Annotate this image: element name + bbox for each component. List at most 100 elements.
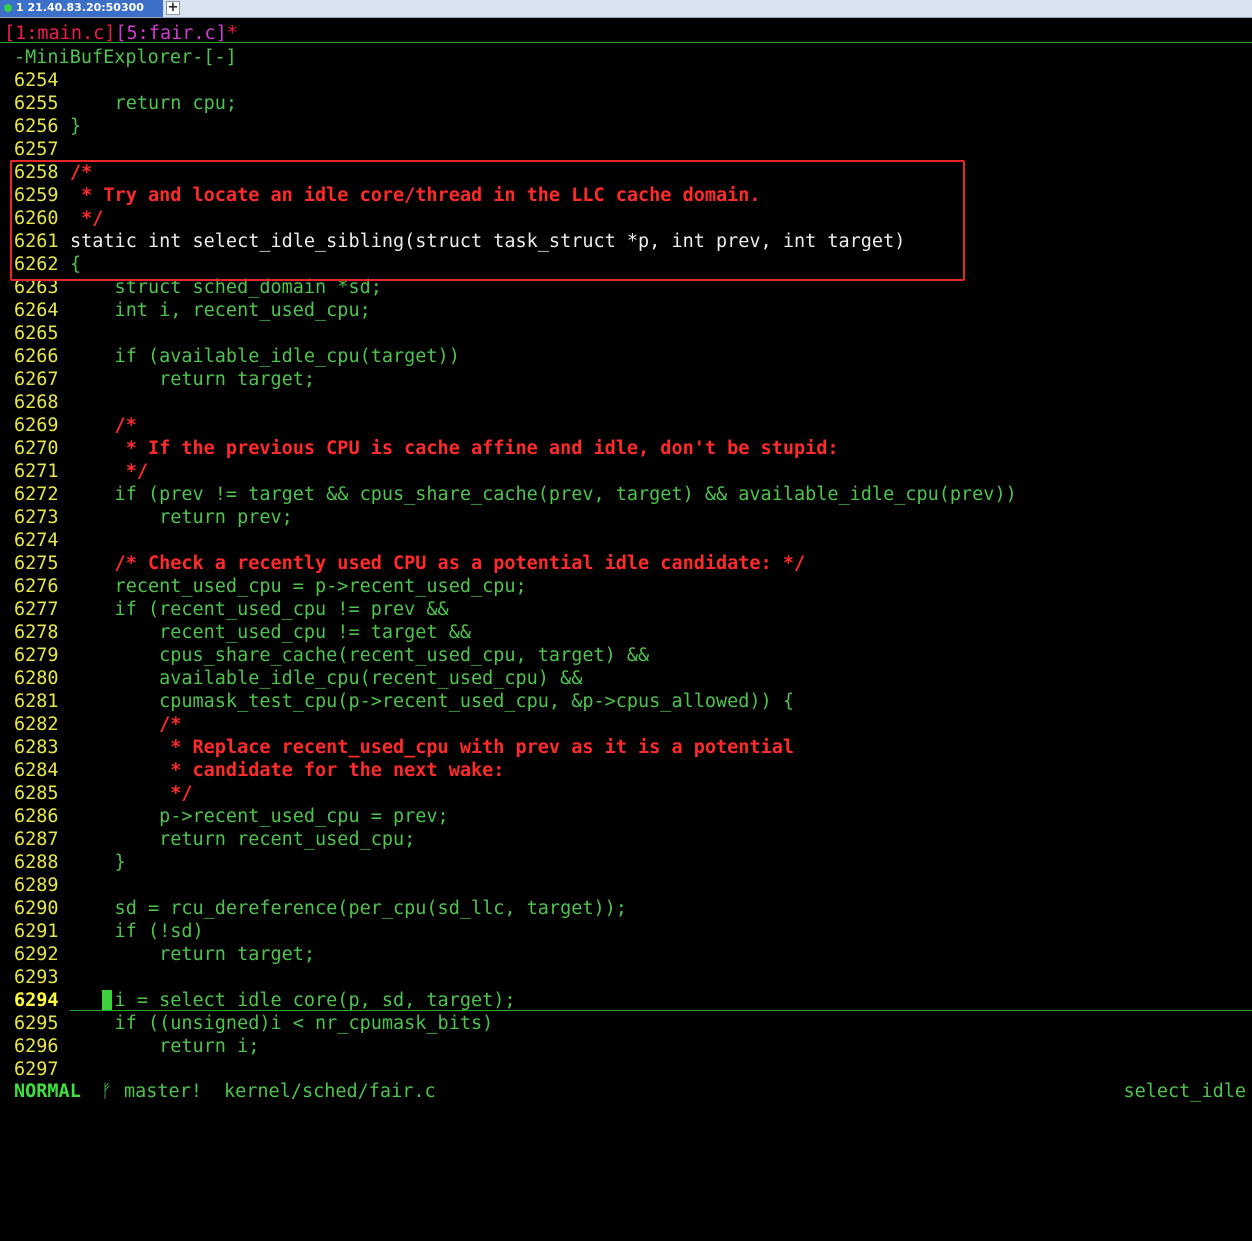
text-cursor	[102, 990, 112, 1010]
code-line[interactable]: 6279 cpus_share_cache(recent_used_cpu, t…	[0, 644, 1252, 667]
code-line[interactable]: 6268	[0, 391, 1252, 414]
code-line[interactable]: 6297	[0, 1058, 1252, 1081]
minibufexplorer-title: -MiniBufExplorer-[-]	[14, 47, 237, 68]
line-number: 6269	[14, 415, 59, 436]
code-line[interactable]: 6296 return i;	[0, 1035, 1252, 1058]
code-line[interactable]: 6267 return target;	[0, 368, 1252, 391]
file-path: kernel/sched/fair.c	[224, 1081, 436, 1102]
code-text: }	[70, 116, 82, 137]
tabline-separator	[0, 42, 1252, 43]
code-line[interactable]: 6276 recent_used_cpu = p->recent_used_cp…	[0, 575, 1252, 598]
code-line[interactable]: 6256}	[0, 115, 1252, 138]
code-line[interactable]: 6271 */	[0, 460, 1252, 483]
code-line[interactable]: 6273 return prev;	[0, 506, 1252, 529]
code-line[interactable]: 6292 return target;	[0, 943, 1252, 966]
code-text: available_idle_cpu(recent_used_cpu) &&	[70, 668, 583, 689]
code-line[interactable]: 6269 /*	[0, 414, 1252, 437]
line-number: 6276	[14, 576, 59, 597]
line-number: 6284	[14, 760, 59, 781]
line-number: 6275	[14, 553, 59, 574]
code-text: return cpu;	[70, 93, 238, 114]
vim-editor[interactable]: [1:main.c][5:fair.c]* -MiniBufExplorer-[…	[0, 18, 1252, 1109]
code-line[interactable]: 6289	[0, 874, 1252, 897]
line-number: 6265	[14, 323, 59, 344]
buffer-tab-fair[interactable]: [5:fair.c]	[115, 23, 226, 44]
git-branch: master!	[124, 1081, 202, 1102]
code-line[interactable]: 6293	[0, 966, 1252, 989]
code-line[interactable]: 6274	[0, 529, 1252, 552]
line-number: 6274	[14, 530, 59, 551]
line-number: 6294	[14, 990, 59, 1011]
line-number: 6270	[14, 438, 59, 459]
code-text: sd = rcu_dereference(per_cpu(sd_llc, tar…	[70, 898, 627, 919]
line-number: 6295	[14, 1013, 59, 1034]
code-line[interactable]: 6264 int i, recent_used_cpu;	[0, 299, 1252, 322]
line-number: 6288	[14, 852, 59, 873]
line-number: 6296	[14, 1036, 59, 1057]
code-comment: * If the previous CPU is cache affine an…	[70, 438, 839, 459]
terminal-tab-bar: 1 21.40.83.20:50300 +	[0, 0, 1252, 18]
line-number: 6286	[14, 806, 59, 827]
code-line[interactable]: 6291 if (!sd)	[0, 920, 1252, 943]
code-text: if (!sd)	[70, 921, 204, 942]
line-number: 6264	[14, 300, 59, 321]
line-number: 6281	[14, 691, 59, 712]
status-line: NORMAL ᚠ master! kernel/sched/fair.c sel…	[0, 1080, 1252, 1103]
code-line[interactable]: 6280 available_idle_cpu(recent_used_cpu)…	[0, 667, 1252, 690]
code-line[interactable]: 6284 * candidate for the next wake:	[0, 759, 1252, 782]
code-line[interactable]: 6277 if (recent_used_cpu != prev &&	[0, 598, 1252, 621]
highlight-annotation-box	[10, 160, 965, 281]
code-line[interactable]: 6287 return recent_used_cpu;	[0, 828, 1252, 851]
terminal-tab[interactable]: 1 21.40.83.20:50300	[0, 0, 163, 17]
code-text: recent_used_cpu = p->recent_used_cpu;	[70, 576, 527, 597]
code-comment: */	[70, 783, 193, 804]
terminal-tab-title: 1 21.40.83.20:50300	[16, 1, 144, 14]
code-line[interactable]: 6254	[0, 69, 1252, 92]
line-number: 6278	[14, 622, 59, 643]
code-line[interactable]: 6288 }	[0, 851, 1252, 874]
code-line[interactable]: 6257	[0, 138, 1252, 161]
code-line[interactable]: 6278 recent_used_cpu != target &&	[0, 621, 1252, 644]
line-number: 6257	[14, 139, 59, 160]
line-number: 6292	[14, 944, 59, 965]
code-line-current[interactable]: 6294 i = select_idle_core(p, sd, target)…	[0, 989, 1252, 1012]
code-text: return i;	[70, 1036, 260, 1057]
line-number: 6271	[14, 461, 59, 482]
code-line[interactable]: 6285 */	[0, 782, 1252, 805]
modified-indicator: *	[226, 23, 238, 44]
code-text: int i, recent_used_cpu;	[70, 300, 371, 321]
code-line[interactable]: 6265	[0, 322, 1252, 345]
code-line[interactable]: 6286 p->recent_used_cpu = prev;	[0, 805, 1252, 828]
code-text: if (prev != target && cpus_share_cache(p…	[70, 484, 1017, 505]
code-comment: */	[70, 461, 148, 482]
code-line[interactable]: 6255 return cpu;	[0, 92, 1252, 115]
code-line[interactable]: 6290 sd = rcu_dereference(per_cpu(sd_llc…	[0, 897, 1252, 920]
line-number: 6293	[14, 967, 59, 988]
vim-mode: NORMAL	[14, 1081, 81, 1102]
line-number: 6279	[14, 645, 59, 666]
line-number: 6256	[14, 116, 59, 137]
line-number: 6268	[14, 392, 59, 413]
code-text: cpus_share_cache(recent_used_cpu, target…	[70, 645, 650, 666]
code-line[interactable]: 6281 cpumask_test_cpu(p->recent_used_cpu…	[0, 690, 1252, 713]
code-comment: /*	[70, 415, 137, 436]
line-number: 6273	[14, 507, 59, 528]
code-line[interactable]: 6275 /* Check a recently used CPU as a p…	[0, 552, 1252, 575]
code-line[interactable]: 6272 if (prev != target && cpus_share_ca…	[0, 483, 1252, 506]
code-text: return prev;	[70, 507, 293, 528]
line-number: 6297	[14, 1059, 59, 1080]
buffer-tab-main[interactable]: [1:main.c]	[4, 23, 115, 44]
code-line[interactable]: 6266 if (available_idle_cpu(target))	[0, 345, 1252, 368]
line-number: 6283	[14, 737, 59, 758]
code-line[interactable]: 6283 * Replace recent_used_cpu with prev…	[0, 736, 1252, 759]
code-line[interactable]: 6295 if ((unsigned)i < nr_cpumask_bits)	[0, 1012, 1252, 1035]
code-text: return recent_used_cpu;	[70, 829, 416, 850]
code-line[interactable]: 6282 /*	[0, 713, 1252, 736]
code-text: return target;	[70, 944, 316, 965]
line-number: 6277	[14, 599, 59, 620]
code-comment: /*	[70, 714, 182, 735]
new-tab-button[interactable]: +	[166, 1, 180, 15]
code-line[interactable]: 6270 * If the previous CPU is cache affi…	[0, 437, 1252, 460]
line-number: 6254	[14, 70, 59, 91]
code-comment: /* Check a recently used CPU as a potent…	[70, 553, 806, 574]
